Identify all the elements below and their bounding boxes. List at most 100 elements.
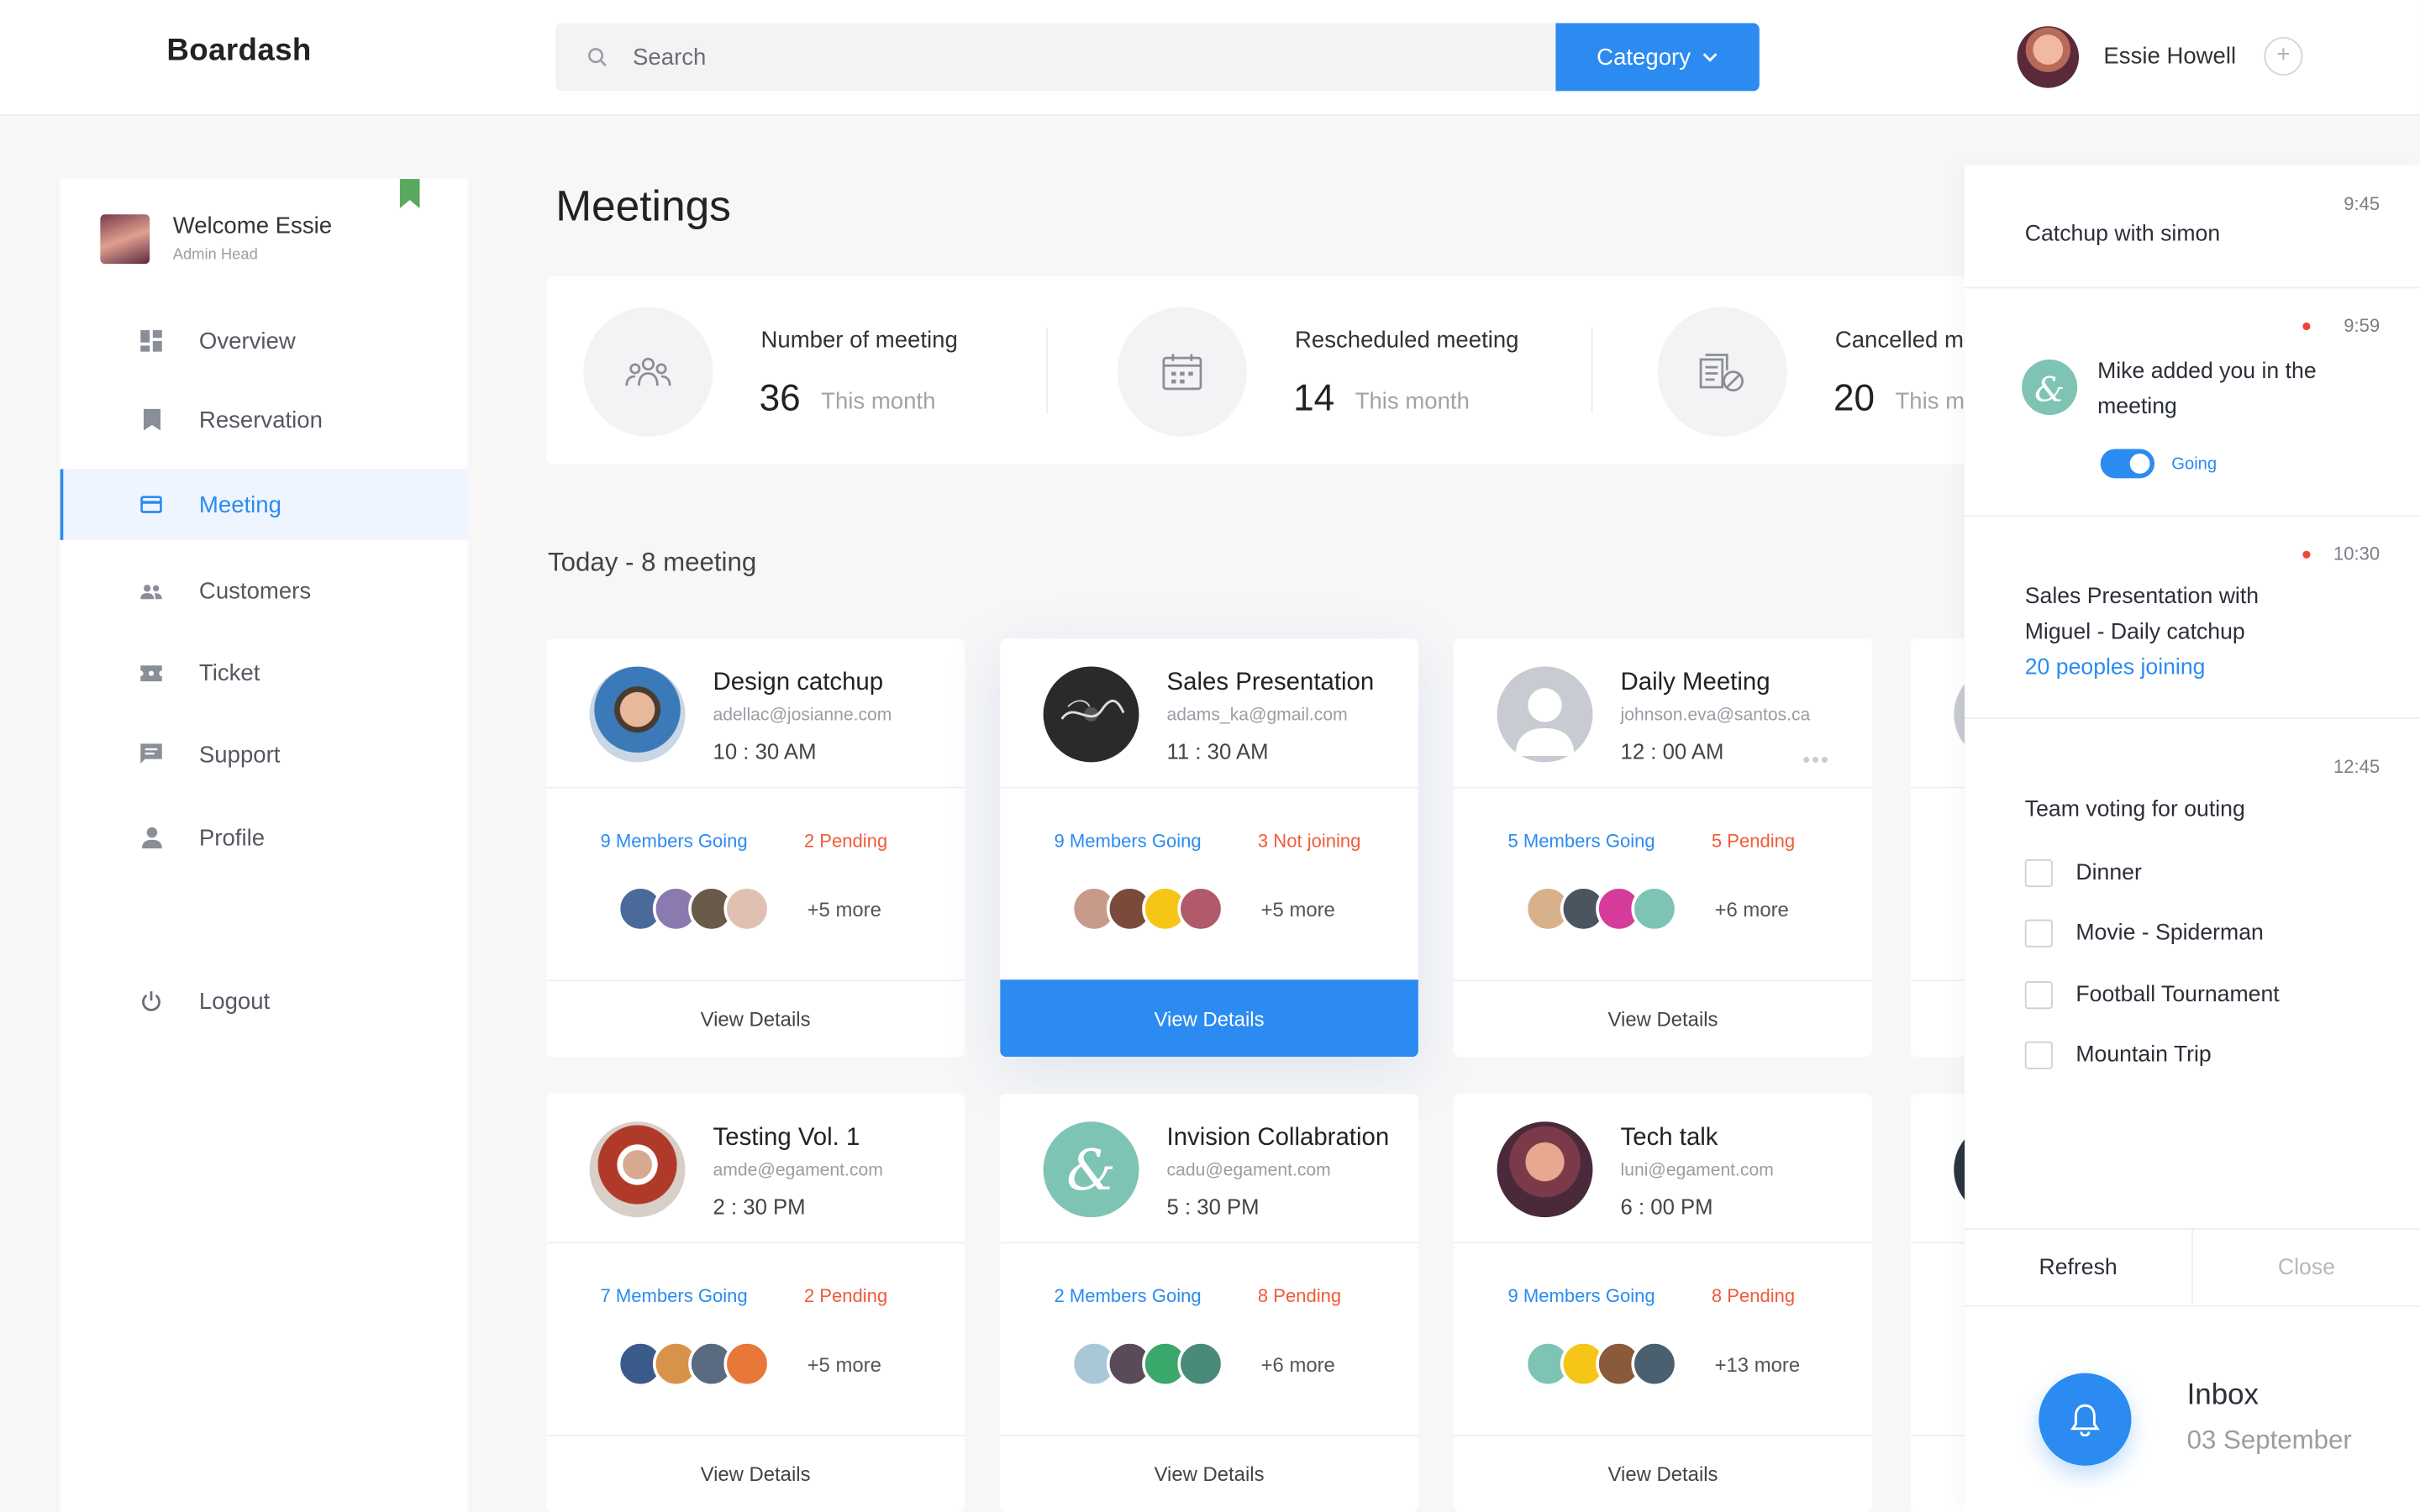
joining-link[interactable]: 20 peoples joining bbox=[2025, 656, 2206, 680]
pending-count[interactable]: 8 Pending bbox=[1712, 1285, 1795, 1307]
view-details-button[interactable]: View Details bbox=[1454, 981, 1872, 1057]
more-members[interactable]: +5 more bbox=[808, 898, 881, 921]
poll-title: Team voting for outing bbox=[2024, 797, 2245, 822]
more-members[interactable]: +5 more bbox=[1261, 898, 1335, 921]
checkbox[interactable] bbox=[2024, 981, 2053, 1010]
sidebar-item-customers[interactable]: Customers bbox=[60, 555, 468, 626]
stats-panel: Number of meeting 36 This month Reschedu… bbox=[546, 276, 1997, 465]
logout-button[interactable]: Logout bbox=[60, 966, 468, 1037]
notification-text-line2: Miguel - Daily catchup bbox=[2024, 620, 2245, 645]
divider bbox=[1000, 786, 1418, 789]
stat-number-of-meeting: Number of meeting 36 This month bbox=[546, 276, 1048, 465]
meeting-time: 5 : 30 PM bbox=[1166, 1194, 1260, 1219]
going-toggle[interactable] bbox=[2100, 449, 2155, 479]
logo-icon bbox=[1060, 699, 1125, 720]
checkbox[interactable] bbox=[2024, 1041, 2053, 1069]
option-label: Movie - Spiderman bbox=[2075, 921, 2264, 946]
member-avatars[interactable] bbox=[1524, 1341, 1678, 1388]
top-bar: Boardash Category Essie Howell + bbox=[0, 0, 2420, 114]
meeting-time: 2 : 30 PM bbox=[713, 1194, 806, 1219]
refresh-button[interactable]: Refresh bbox=[1965, 1229, 2193, 1305]
person-icon bbox=[140, 827, 162, 849]
search-input[interactable] bbox=[633, 23, 1497, 92]
user-name[interactable]: Essie Howell bbox=[2103, 43, 2236, 69]
member-avatars[interactable] bbox=[617, 885, 771, 932]
meeting-email: adellac@josianne.com bbox=[713, 706, 892, 726]
view-details-button[interactable]: View Details bbox=[546, 1436, 965, 1512]
pending-count[interactable]: 8 Pending bbox=[1258, 1285, 1341, 1307]
members-going[interactable]: 9 Members Going bbox=[600, 830, 747, 852]
inbox-title: Inbox bbox=[2186, 1379, 2259, 1412]
meeting-title: Testing Vol. 1 bbox=[713, 1124, 860, 1152]
sidebar-item-ticket[interactable]: Ticket bbox=[60, 638, 468, 708]
view-details-button[interactable]: View Details bbox=[1000, 979, 1418, 1058]
host-avatar[interactable] bbox=[1497, 666, 1593, 763]
cancelled-doc-icon bbox=[1657, 307, 1787, 437]
members-going[interactable]: 9 Members Going bbox=[1507, 1285, 1655, 1307]
more-members[interactable]: +6 more bbox=[1715, 898, 1789, 921]
view-details-button[interactable]: View Details bbox=[1454, 1436, 1872, 1512]
pending-count[interactable]: 2 Pending bbox=[804, 830, 887, 852]
divider bbox=[546, 1242, 965, 1244]
bookmark-icon bbox=[140, 408, 162, 431]
sidebar-item-reservation[interactable]: Reservation bbox=[60, 384, 468, 454]
unread-dot-icon bbox=[2302, 322, 2311, 331]
member-avatars[interactable] bbox=[1524, 885, 1678, 932]
more-members[interactable]: +13 more bbox=[1715, 1353, 1801, 1377]
svg-text:&: & bbox=[1066, 1138, 1116, 1203]
view-details-button[interactable]: View Details bbox=[1000, 1436, 1418, 1512]
options-icon[interactable]: ••• bbox=[1802, 747, 1830, 771]
checkbox[interactable] bbox=[2024, 919, 2053, 948]
meeting-title: Daily Meeting bbox=[1620, 669, 1770, 696]
poll-option-football[interactable]: Football Tournament bbox=[2024, 979, 2280, 1011]
poll-option-mountain[interactable]: Mountain Trip bbox=[2024, 1040, 2212, 1071]
meeting-email: cadu@egament.com bbox=[1166, 1162, 1331, 1181]
sidebar-item-support[interactable]: Support bbox=[60, 719, 468, 790]
host-avatar[interactable]: & bbox=[1043, 1121, 1139, 1218]
logout-label: Logout bbox=[198, 988, 271, 1015]
close-button[interactable]: Close bbox=[2193, 1230, 2420, 1305]
inbox-bell-button[interactable] bbox=[2039, 1373, 2132, 1466]
pending-count[interactable]: 5 Pending bbox=[1712, 830, 1795, 852]
members-going[interactable]: 9 Members Going bbox=[1054, 830, 1201, 852]
host-avatar[interactable] bbox=[1043, 666, 1139, 763]
poll-option-dinner[interactable]: Dinner bbox=[2024, 858, 2142, 889]
page-title: Meetings bbox=[555, 181, 731, 230]
members-going[interactable]: 2 Members Going bbox=[1054, 1285, 1201, 1307]
brand-logo[interactable]: Boardash bbox=[166, 34, 311, 69]
divider bbox=[1000, 1242, 1418, 1244]
member-avatars[interactable] bbox=[617, 1341, 771, 1388]
meeting-card: Testing Vol. 1 amde@egament.com 2 : 30 P… bbox=[546, 1094, 965, 1512]
host-avatar[interactable] bbox=[589, 666, 686, 763]
poll-option-movie[interactable]: Movie - Spiderman bbox=[2024, 918, 2264, 949]
calendar-icon bbox=[1117, 307, 1248, 437]
checkbox[interactable] bbox=[2024, 859, 2053, 888]
category-label: Category bbox=[1597, 44, 1691, 71]
host-avatar[interactable] bbox=[1497, 1121, 1593, 1218]
pending-count[interactable]: 2 Pending bbox=[804, 1285, 887, 1307]
unread-dot-icon bbox=[2302, 550, 2311, 559]
more-members[interactable]: +5 more bbox=[808, 1353, 881, 1377]
members-going[interactable]: 7 Members Going bbox=[600, 1285, 747, 1307]
sidebar-item-meeting[interactable]: Meeting bbox=[60, 469, 468, 540]
avatar bbox=[723, 1341, 771, 1388]
not-joining-count[interactable]: 3 Not joining bbox=[1258, 830, 1361, 852]
member-avatars[interactable] bbox=[1071, 885, 1224, 932]
members-going[interactable]: 5 Members Going bbox=[1507, 830, 1655, 852]
notification-time: 9:59 bbox=[2344, 314, 2381, 337]
more-members[interactable]: +6 more bbox=[1261, 1353, 1335, 1377]
host-avatar[interactable] bbox=[589, 1121, 686, 1218]
ampersand-logo-icon: & bbox=[2022, 359, 2078, 416]
notification-item[interactable]: 10:30 Sales Presentation with Miguel - D… bbox=[1965, 517, 2420, 719]
user-avatar[interactable] bbox=[2017, 26, 2080, 88]
notification-item[interactable]: 9:45 Catchup with simon bbox=[1965, 165, 2420, 289]
view-details-button[interactable]: View Details bbox=[546, 981, 965, 1057]
welcome-role: Admin Head bbox=[172, 246, 258, 265]
sidebar-item-overview[interactable]: Overview bbox=[60, 306, 468, 376]
member-avatars[interactable] bbox=[1071, 1341, 1224, 1388]
sidebar-item-profile[interactable]: Profile bbox=[60, 802, 468, 873]
notification-item[interactable]: 9:59 & Mike added you in the meeting Goi… bbox=[1965, 288, 2420, 517]
add-button[interactable]: + bbox=[2264, 37, 2303, 76]
category-dropdown[interactable]: Category bbox=[1555, 23, 1760, 92]
stat-value: 20 bbox=[1833, 377, 1876, 420]
